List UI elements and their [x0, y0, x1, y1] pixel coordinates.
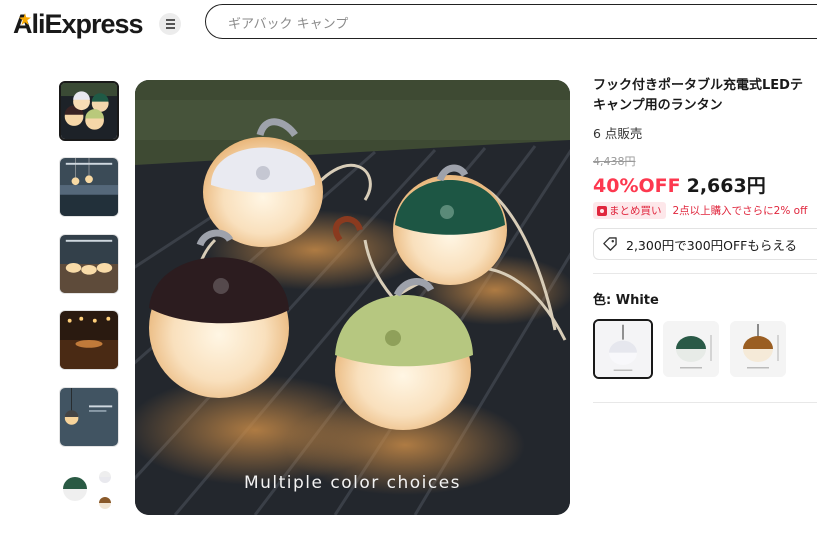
category-menu-button[interactable]: [159, 13, 181, 35]
bundle-tag: まとめ買い: [593, 202, 666, 219]
sold-count: 6 点販売: [593, 126, 643, 141]
discount-badge: 40%OFF: [593, 175, 681, 197]
color-option-brown[interactable]: [730, 321, 786, 377]
current-price: 2,663円: [686, 175, 766, 197]
coupon-banner[interactable]: 2,300円で300円OFFもらえる: [593, 228, 817, 260]
product-page: AliExpress ギアバック キャンプ Multiple color cho…: [0, 0, 817, 540]
search-bar[interactable]: ギアバック キャンプ: [205, 4, 817, 39]
thumbnail-1[interactable]: [59, 81, 119, 141]
color-label: 色: White: [593, 293, 659, 308]
lantern-photo: [135, 80, 570, 515]
product-title-line-1: フック付きポータブル充電式LEDテ: [593, 78, 803, 93]
thumbnail-3[interactable]: [59, 234, 119, 294]
search-input[interactable]: ギアバック キャンプ: [228, 13, 348, 32]
bundle-deal[interactable]: まとめ買い 2点以上購入でさらに2% off: [593, 202, 817, 219]
product-title: フック付きポータブル充電式LEDテ キャンプ用のランタン: [593, 76, 817, 116]
product-title-line-2: キャンプ用のランタン: [593, 98, 723, 113]
original-price: 4,438円: [593, 155, 636, 168]
logo-text: AliExpress: [13, 8, 144, 39]
color-options: [593, 319, 817, 381]
bundle-text: 2点以上購入でさらに2% off: [672, 205, 808, 217]
menu-icon: [165, 18, 175, 30]
aliexpress-logo[interactable]: AliExpress: [13, 8, 144, 39]
coupon-tag-icon: [603, 236, 617, 251]
thumbnail-2[interactable]: [59, 157, 119, 217]
color-option-white[interactable]: [593, 319, 653, 379]
divider: [593, 273, 817, 274]
price-row: 40%OFF 2,663円: [593, 171, 817, 198]
main-image-caption: Multiple color choices: [243, 473, 462, 493]
thumbnail-4[interactable]: [59, 310, 119, 370]
logo-star-icon: [19, 13, 31, 25]
main-product-image[interactable]: Multiple color choices: [135, 80, 570, 515]
thumbnail-6[interactable]: [59, 463, 119, 513]
color-option-green[interactable]: [663, 321, 719, 377]
thumbnail-5[interactable]: [59, 387, 119, 447]
coupon-text: 2,300円で300円OFFもらえる: [626, 237, 797, 253]
product-info: フック付きポータブル充電式LEDテ キャンプ用のランタン 6 点販売 4,438…: [593, 76, 817, 381]
tag-icon: [597, 205, 607, 216]
bundle-tag-label: まとめ買い: [609, 205, 662, 217]
divider-bottom: [593, 402, 817, 403]
